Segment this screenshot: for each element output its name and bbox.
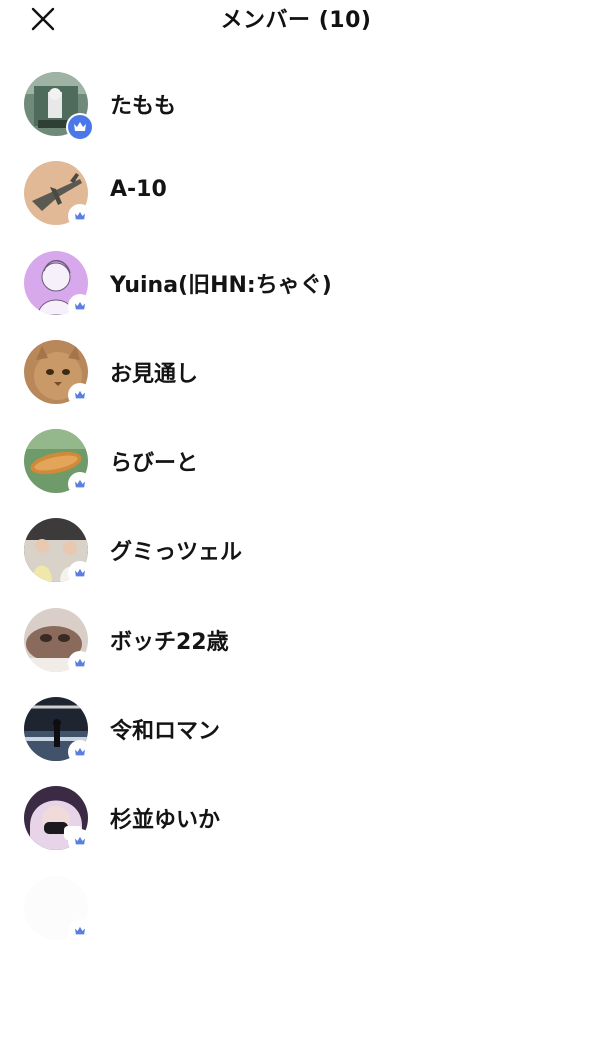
crown-icon bbox=[75, 301, 85, 309]
member-name: 令和ロマン bbox=[110, 719, 221, 745]
member-name: Yuina(旧HN:ちゃぐ) bbox=[110, 272, 332, 298]
member-badge bbox=[68, 204, 92, 229]
members-screen: メンバー (10) たもも A-10 Yuina(旧HN:ちゃぐ) お見通し ら… bbox=[0, 0, 592, 1053]
member-row[interactable] bbox=[0, 864, 592, 953]
crown-icon bbox=[75, 390, 85, 399]
member-row[interactable]: Yuina(旧HN:ちゃぐ) bbox=[0, 239, 592, 328]
member-name: らびーと bbox=[110, 451, 199, 477]
member-row[interactable]: たもも bbox=[0, 60, 592, 149]
crown-icon bbox=[75, 658, 85, 667]
member-name: お見通し bbox=[110, 361, 199, 387]
member-list: たもも A-10 Yuina(旧HN:ちゃぐ) お見通し らびーと グミっツェル… bbox=[0, 60, 592, 953]
crown-icon bbox=[75, 837, 85, 845]
member-badge bbox=[68, 829, 92, 854]
crown-icon bbox=[75, 747, 85, 756]
member-name: 杉並ゆいか bbox=[110, 808, 221, 834]
member-row[interactable]: A-10 bbox=[0, 149, 592, 238]
member-row[interactable]: ボッチ22歳 bbox=[0, 596, 592, 685]
page-title: メンバー (10) bbox=[220, 8, 372, 33]
member-name: たもも bbox=[110, 94, 177, 119]
crown-icon bbox=[75, 926, 85, 935]
member-row[interactable]: グミっツェル bbox=[0, 506, 592, 595]
crown-icon bbox=[75, 212, 85, 220]
member-row[interactable]: らびーと bbox=[0, 417, 592, 506]
member-badge bbox=[68, 740, 92, 765]
crown-icon bbox=[75, 480, 85, 488]
member-row[interactable]: 杉並ゆいか bbox=[0, 774, 592, 863]
crown-icon bbox=[74, 122, 86, 131]
member-badge bbox=[68, 382, 92, 407]
member-badge bbox=[68, 293, 92, 318]
owner-badge bbox=[66, 113, 94, 141]
member-row[interactable]: お見通し bbox=[0, 328, 592, 417]
member-badge bbox=[68, 918, 92, 943]
header: メンバー (10) bbox=[0, 0, 592, 40]
member-badge bbox=[68, 472, 92, 497]
member-name: A-10 bbox=[110, 177, 167, 203]
member-name: グミっツェル bbox=[110, 540, 243, 566]
member-row[interactable]: 令和ロマン bbox=[0, 685, 592, 774]
member-badge bbox=[68, 650, 92, 675]
member-badge bbox=[68, 561, 92, 586]
member-name: ボッチ22歳 bbox=[110, 629, 229, 655]
crown-icon bbox=[75, 569, 85, 577]
